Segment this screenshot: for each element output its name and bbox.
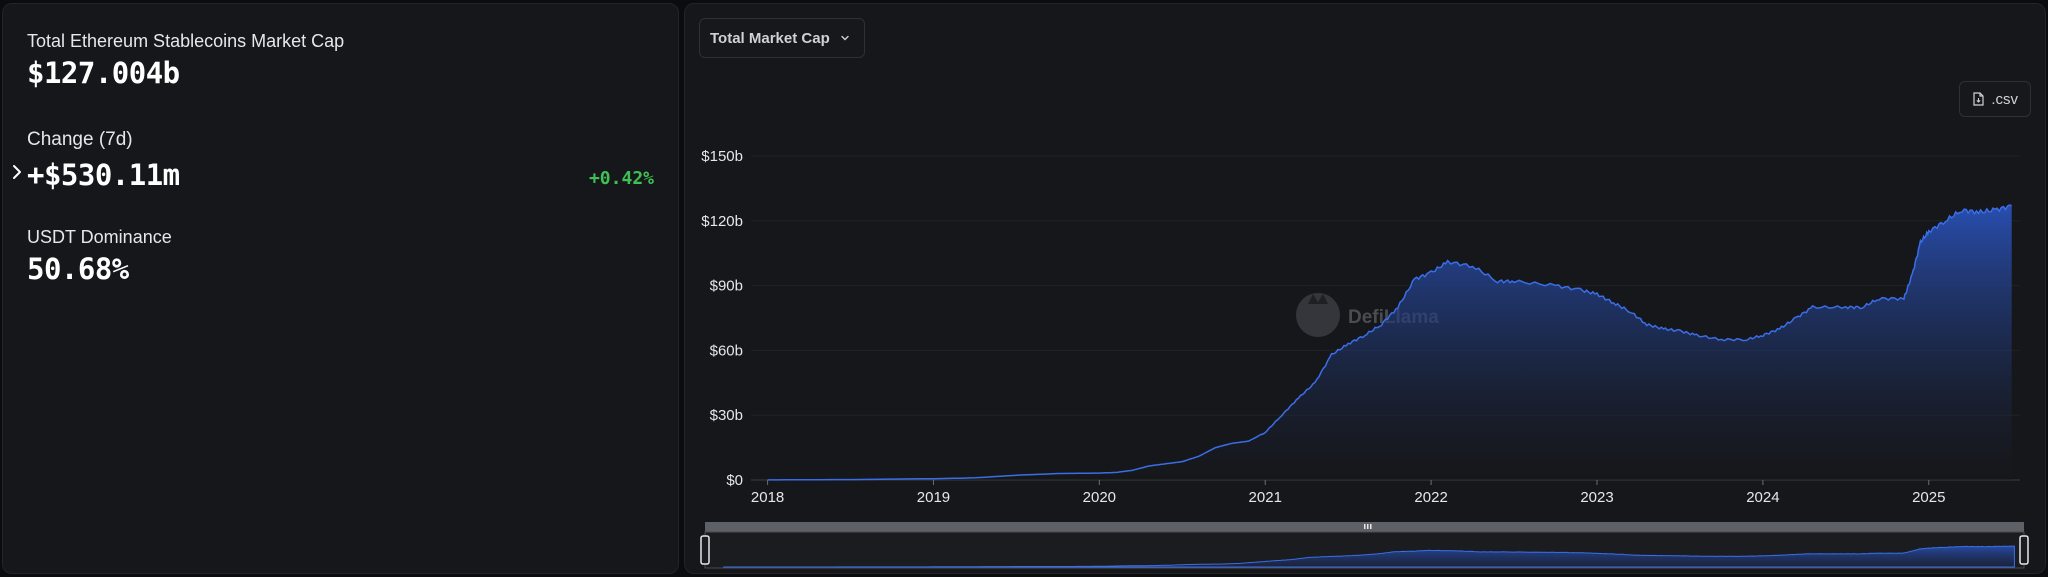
range-handle-right[interactable] [2019, 535, 2029, 565]
x-axis: 2018 2019 2020 2021 2022 2023 2024 2025 [751, 480, 1945, 506]
y-tick-label: $120b [701, 213, 743, 230]
y-tick-label: $150b [701, 148, 743, 165]
market-cap-chart: $0 $30b $60b $90b $120b $150b 2018 2019 2020 202… [700, 148, 2029, 569]
range-slider[interactable] [700, 522, 2029, 569]
x-tick-label: 2021 [1249, 489, 1282, 506]
market-cap-label: Total Ethereum Stablecoins Market Cap [27, 31, 345, 51]
market-cap-area [767, 205, 2012, 480]
change-percent: +0.42% [588, 168, 654, 189]
range-handle-left[interactable] [700, 535, 710, 565]
chevron-right-icon[interactable] [9, 164, 25, 180]
x-tick-label: 2022 [1414, 489, 1447, 506]
chart-panel: Total Market Cap .csv $0 $30b $60b $90b $120… [684, 3, 2046, 574]
y-tick-label: $30b [710, 407, 743, 424]
change-value: +$530.11m [27, 158, 180, 192]
x-tick-label: 2025 [1912, 489, 1945, 506]
summary-panel: Total Ethereum Stablecoins Market Cap $1… [2, 3, 679, 574]
y-tick-label: $0 [726, 472, 743, 489]
x-tick-label: 2018 [751, 489, 784, 506]
dominance-value: 50.68% [27, 252, 129, 286]
x-tick-label: 2019 [917, 489, 950, 506]
y-axis: $0 $30b $60b $90b $120b $150b [701, 148, 743, 489]
change-label: Change (7d) [27, 129, 133, 150]
range-grip-icon[interactable] [1364, 524, 1372, 529]
x-tick-label: 2024 [1746, 489, 1779, 506]
y-tick-label: $60b [710, 342, 743, 359]
market-cap-value: $127.004b [27, 56, 180, 90]
x-tick-label: 2023 [1580, 489, 1613, 506]
defillama-logo-icon [1296, 293, 1340, 337]
y-tick-label: $90b [710, 278, 743, 295]
x-tick-label: 2020 [1083, 489, 1116, 506]
dominance-label: USDT Dominance [27, 227, 172, 247]
